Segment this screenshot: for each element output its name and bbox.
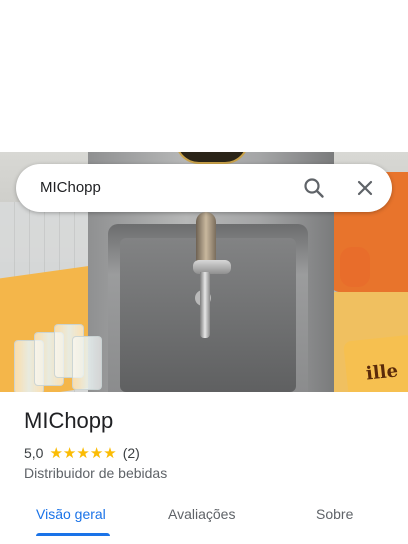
tab-about[interactable]: Sobre <box>316 506 353 522</box>
map-area-blank <box>0 0 408 152</box>
search-input[interactable]: MIChopp <box>40 179 101 196</box>
review-count[interactable]: (2) <box>123 445 140 461</box>
star-icon: ★ <box>103 444 117 462</box>
tab-reviews[interactable]: Avaliações <box>168 506 235 522</box>
place-category: Distribuidor de bebidas <box>24 465 168 481</box>
photo-person-arm <box>340 247 370 287</box>
plastic-cups <box>14 324 102 392</box>
cup <box>72 336 102 390</box>
tap-body <box>193 260 231 274</box>
rating-row[interactable]: 5,0 ★ ★ ★ ★ ★ (2) <box>24 444 140 462</box>
search-bar[interactable]: MIChopp <box>16 164 392 212</box>
star-icon: ★ <box>49 444 63 462</box>
place-title: MIChopp <box>24 408 114 433</box>
tab-overview[interactable]: Visão geral <box>36 506 106 522</box>
active-tab-indicator <box>36 533 110 536</box>
photo-sign-text: ille <box>364 360 399 385</box>
star-icon: ★ <box>62 444 77 462</box>
rating-value: 5,0 <box>24 445 44 461</box>
rating-stars: ★ ★ ★ ★ ★ <box>49 446 116 461</box>
search-icon[interactable] <box>302 176 326 200</box>
tap-spout <box>200 272 210 338</box>
place-tabs: Visão geral Avaliações Sobre <box>0 496 408 536</box>
star-icon: ★ <box>76 444 90 462</box>
star-icon: ★ <box>89 444 104 462</box>
close-icon[interactable] <box>353 176 377 200</box>
